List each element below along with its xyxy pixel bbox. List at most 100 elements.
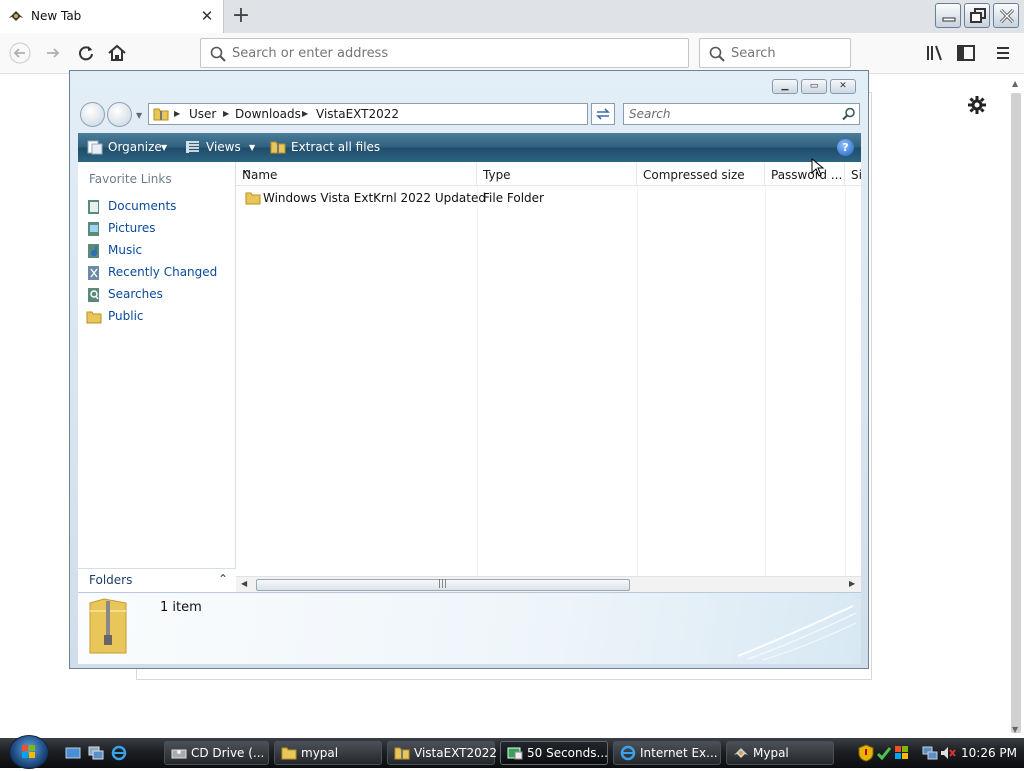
- explorer-minimize-button[interactable]: ▁: [772, 79, 798, 94]
- taskbar-button-50-seconds[interactable]: 50 Seconds...: [500, 741, 608, 765]
- folders-toggle[interactable]: Folders ⌃: [78, 568, 236, 592]
- favorite-link-pictures[interactable]: Pictures: [86, 220, 231, 238]
- sidebar-icon[interactable]: [955, 42, 977, 64]
- network-icon[interactable]: [922, 745, 938, 761]
- zip-folder-icon: [153, 108, 169, 121]
- checkmark-icon[interactable]: [876, 745, 892, 761]
- address-bar[interactable]: Search or enter address: [200, 38, 689, 68]
- breadcrumb-vistaext2022[interactable]: VistaEXT2022: [316, 107, 399, 121]
- favorite-link-label: Music: [108, 243, 143, 257]
- scroll-up-icon[interactable]: ▲: [1012, 79, 1018, 88]
- favorite-link-recently-changed[interactable]: Recently Changed: [86, 264, 231, 282]
- column-header-compressed-size[interactable]: Compressed size: [637, 162, 765, 186]
- start-button[interactable]: [9, 735, 49, 769]
- breadcrumb-user[interactable]: User: [189, 107, 216, 121]
- views-dropdown-icon[interactable]: ▼: [249, 143, 255, 152]
- organize-button[interactable]: Organize: [108, 140, 162, 154]
- favorite-link-searches[interactable]: Searches: [86, 286, 231, 304]
- history-dropdown-icon[interactable]: ▼: [136, 111, 142, 120]
- minimize-button[interactable]: [935, 3, 961, 28]
- zip-folder-icon: [89, 598, 127, 654]
- search-bar[interactable]: Search: [699, 38, 851, 68]
- taskbar-button-label: VistaEXT2022: [414, 746, 498, 760]
- internet-explorer-icon[interactable]: [111, 745, 127, 761]
- close-tab-icon[interactable]: ✕: [199, 7, 215, 25]
- page-scrollbar[interactable]: ▲ ▼: [1008, 76, 1024, 738]
- horizontal-scrollbar[interactable]: ◀ ||| ▶: [236, 576, 861, 592]
- favorite-link-documents[interactable]: Documents: [86, 198, 231, 216]
- explorer-search-box[interactable]: Search: [623, 103, 860, 125]
- search-icon: [210, 46, 226, 62]
- clock[interactable]: 10:26 PM: [961, 746, 1017, 760]
- taskbar-button-label: mypal: [301, 746, 339, 760]
- scroll-down-icon[interactable]: ▼: [1012, 725, 1018, 734]
- column-header-type[interactable]: Type: [477, 162, 637, 186]
- search-icon[interactable]: [842, 107, 856, 121]
- home-icon[interactable]: [106, 42, 128, 64]
- help-icon[interactable]: ?: [837, 139, 854, 156]
- taskbar-button-mypal[interactable]: Mypal: [726, 741, 834, 765]
- explorer-refresh-button[interactable]: [591, 103, 615, 125]
- zip-folder-icon: [270, 141, 286, 154]
- file-row[interactable]: Windows Vista ExtKrnl 2022 Updated File …: [236, 187, 861, 209]
- taskbar-button-label: 50 Seconds...: [527, 746, 608, 760]
- menu-icon[interactable]: [992, 42, 1014, 64]
- windows-logo-icon: [22, 745, 35, 758]
- restore-button[interactable]: [964, 3, 990, 28]
- scrollbar-thumb[interactable]: [1011, 93, 1021, 733]
- column-header-password[interactable]: Password ...: [765, 162, 845, 186]
- forward-arrow-icon[interactable]: [42, 42, 64, 64]
- explorer-address-bar[interactable]: ▶ User ▶ Downloads ▶ VistaEXT2022 ▼: [148, 103, 654, 125]
- organize-dropdown-icon[interactable]: ▼: [161, 143, 167, 152]
- taskbar-button-cd-drive[interactable]: CD Drive (...: [164, 741, 269, 765]
- show-desktop-icon[interactable]: [65, 745, 81, 761]
- explorer-back-button[interactable]: [80, 102, 105, 127]
- browser-tab-new-tab[interactable]: New Tab ✕: [0, 0, 224, 33]
- breadcrumb-separator-icon[interactable]: ▶: [302, 109, 308, 118]
- folder-icon: [281, 747, 297, 760]
- close-icon: ✕: [839, 81, 847, 91]
- favorite-link-public[interactable]: Public: [86, 308, 231, 326]
- scroll-right-icon[interactable]: ▶: [849, 579, 855, 588]
- close-icon: [999, 8, 1015, 24]
- explorer-maximize-button[interactable]: ▭: [801, 79, 827, 94]
- sort-ascending-icon: ^: [242, 168, 253, 182]
- favorite-link-label: Recently Changed: [108, 265, 218, 279]
- security-shield-icon[interactable]: [858, 744, 874, 762]
- reload-icon[interactable]: [75, 42, 97, 64]
- breadcrumb-separator-icon[interactable]: ▶: [223, 109, 229, 118]
- favorite-link-music[interactable]: Music: [86, 242, 231, 260]
- volume-muted-icon[interactable]: [940, 745, 956, 761]
- explorer-close-button[interactable]: ✕: [830, 79, 856, 94]
- close-window-button[interactable]: [993, 3, 1019, 28]
- library-icon[interactable]: [924, 42, 946, 64]
- pictures-icon: [88, 222, 99, 236]
- taskbar-button-vistaext2022[interactable]: VistaEXT2022: [387, 741, 498, 765]
- chevron-up-icon[interactable]: ⌃: [218, 572, 228, 586]
- extract-all-files-button[interactable]: Extract all files: [291, 140, 380, 154]
- new-tab-button[interactable]: +: [230, 4, 252, 28]
- navigation-pane: Favorite Links Documents Pictures Music …: [78, 162, 236, 592]
- organize-icon: [87, 140, 103, 155]
- back-arrow-icon[interactable]: [9, 42, 31, 64]
- scroll-left-icon[interactable]: ◀: [241, 579, 247, 588]
- switch-windows-icon[interactable]: [88, 745, 104, 761]
- views-button[interactable]: Views: [206, 140, 241, 154]
- address-placeholder: Search or enter address: [232, 46, 389, 61]
- breadcrumb-downloads[interactable]: Downloads: [235, 107, 301, 121]
- explorer-forward-button[interactable]: [107, 102, 132, 127]
- refresh-icon: [596, 108, 610, 120]
- tab-title: New Tab: [31, 9, 82, 23]
- taskbar-button-mypal-folder[interactable]: mypal: [274, 741, 382, 765]
- column-divider: [765, 186, 766, 576]
- windows-update-icon[interactable]: [894, 745, 910, 761]
- gear-icon[interactable]: [966, 94, 988, 116]
- browser-toolbar: Search or enter address Search: [0, 33, 1024, 74]
- taskbar-button-internet-explorer[interactable]: Internet Ex...: [613, 741, 721, 765]
- column-header-size[interactable]: Si: [845, 162, 861, 186]
- mypal-icon: [734, 748, 748, 758]
- scrollbar-thumb[interactable]: |||: [256, 579, 630, 591]
- item-count: 1 item: [160, 600, 202, 615]
- app-icon: [507, 747, 523, 760]
- column-header-name[interactable]: Name ^: [236, 162, 477, 186]
